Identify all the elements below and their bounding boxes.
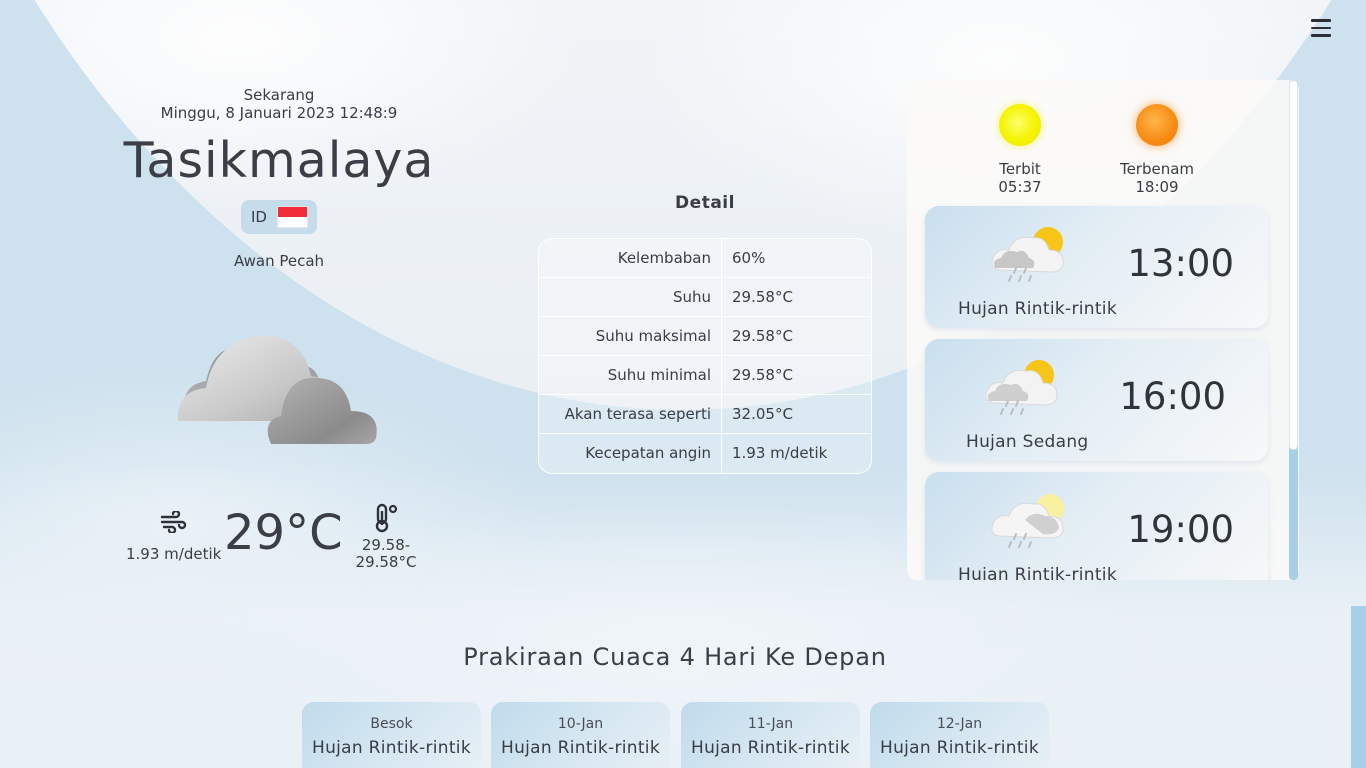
forecast-day: 10-Jan (557, 716, 604, 732)
forecast-title: Prakiraan Cuaca 4 Hari Ke Depan (463, 643, 887, 671)
thermometer-icon (375, 503, 398, 533)
forecast-desc: Hujan Rintik-rintik (501, 738, 660, 758)
current-temperature: 29°C (224, 505, 343, 561)
hourly-card[interactable]: 16:00 Hujan Sedang (925, 339, 1268, 461)
detail-row-humidity: Kelembaban 60% (539, 239, 871, 278)
moderate-rain-sun-icon (985, 360, 1058, 415)
weather-condition: Awan Pecah (233, 252, 325, 270)
detail-value: 29.58°C (732, 327, 793, 345)
forecast-desc: Hujan Rintik-rintik (880, 738, 1039, 758)
light-rain-sun-icon (991, 494, 1064, 548)
forecast-day: Besok (370, 716, 413, 732)
country-badge: ID (241, 200, 317, 234)
hourly-desc: Hujan Sedang (966, 432, 1089, 452)
hourly-card[interactable]: 19:00 Hujan Rintik-rintik (925, 472, 1268, 580)
detail-title: Detail (675, 193, 735, 213)
detail-label: Kecepatan angin (539, 434, 722, 473)
hourly-time: 16:00 (1119, 375, 1226, 418)
forecast-day-card[interactable]: 11-Jan Hujan Rintik-rintik (681, 702, 860, 768)
broken-clouds-icon (177, 335, 377, 444)
now-label: Sekarang (243, 86, 315, 104)
forecast-day: 12-Jan (936, 716, 983, 732)
hourly-desc: Hujan Rintik-rintik (958, 299, 1117, 319)
detail-value: 1.93 m/detik (732, 444, 828, 462)
sunrise: Terbit 05:37 (970, 104, 1070, 196)
sunset-icon (1136, 104, 1178, 146)
detail-label: Akan terasa seperti (539, 395, 722, 433)
hourly-card[interactable]: 13:00 Hujan Rintik-rintik (925, 206, 1268, 328)
forecast-day-card[interactable]: Besok Hujan Rintik-rintik (302, 702, 481, 768)
wind-speed: 1.93 m/detik (126, 545, 222, 563)
detail-label: Suhu maksimal (539, 317, 722, 355)
detail-row-temperature: Suhu 29.58°C (539, 278, 871, 317)
current-stats: 1.93 m/detik 29°C 29.58-29.58°C (126, 503, 426, 575)
city-name: Tasikmalaya (123, 132, 435, 189)
wind-icon (160, 511, 187, 533)
detail-row-feels-like: Akan terasa seperti 32.05°C (539, 395, 871, 434)
hourly-time: 19:00 (1127, 508, 1234, 551)
sunset-label: Terbenam (1119, 160, 1195, 178)
forecast-day-card[interactable]: 12-Jan Hujan Rintik-rintik (870, 702, 1049, 768)
detail-row-wind-speed: Kecepatan angin 1.93 m/detik (539, 434, 871, 473)
sunrise-time: 05:37 (998, 178, 1042, 196)
detail-row-max-temp: Suhu maksimal 29.58°C (539, 317, 871, 356)
detail-table: Kelembaban 60% Suhu 29.58°C Suhu maksima… (538, 238, 872, 474)
panel-scrollbar-thumb[interactable] (1289, 80, 1298, 450)
detail-value: 29.58°C (732, 366, 793, 384)
detail-value: 32.05°C (732, 405, 793, 423)
detail-row-min-temp: Suhu minimal 29.58°C (539, 356, 871, 395)
detail-value: 29.58°C (732, 288, 793, 306)
page-scrollbar[interactable] (1351, 606, 1366, 768)
detail-label: Kelembaban (539, 239, 722, 277)
detail-value: 60% (732, 249, 766, 267)
indonesia-flag-icon (276, 206, 308, 228)
sunset: Terbenam 18:09 (1107, 104, 1207, 196)
light-rain-sun-icon (991, 227, 1064, 282)
sunrise-icon (999, 104, 1041, 146)
detail-label: Suhu (539, 278, 722, 316)
forecast-desc: Hujan Rintik-rintik (691, 738, 850, 758)
forecast-day-card[interactable]: 10-Jan Hujan Rintik-rintik (491, 702, 670, 768)
sunset-time: 18:09 (1135, 178, 1179, 196)
hamburger-menu-icon[interactable] (1311, 19, 1331, 37)
hourly-desc: Hujan Rintik-rintik (958, 565, 1117, 580)
detail-label: Suhu minimal (539, 356, 722, 394)
hourly-time: 13:00 (1127, 242, 1234, 285)
current-weather: Sekarang Minggu, 8 Januari 2023 12:48:9 … (118, 86, 440, 444)
current-datetime: Minggu, 8 Januari 2023 12:48:9 (160, 104, 398, 122)
sunrise-label: Terbit (999, 160, 1041, 178)
country-code: ID (251, 208, 267, 226)
temperature-range: 29.58-29.58°C (355, 536, 417, 571)
forecast-desc: Hujan Rintik-rintik (312, 738, 471, 758)
forecast-day: 11-Jan (747, 716, 794, 732)
hourly-forecast-panel[interactable]: Terbit 05:37 Terbenam 18:09 13:00 Hujan … (907, 80, 1299, 580)
